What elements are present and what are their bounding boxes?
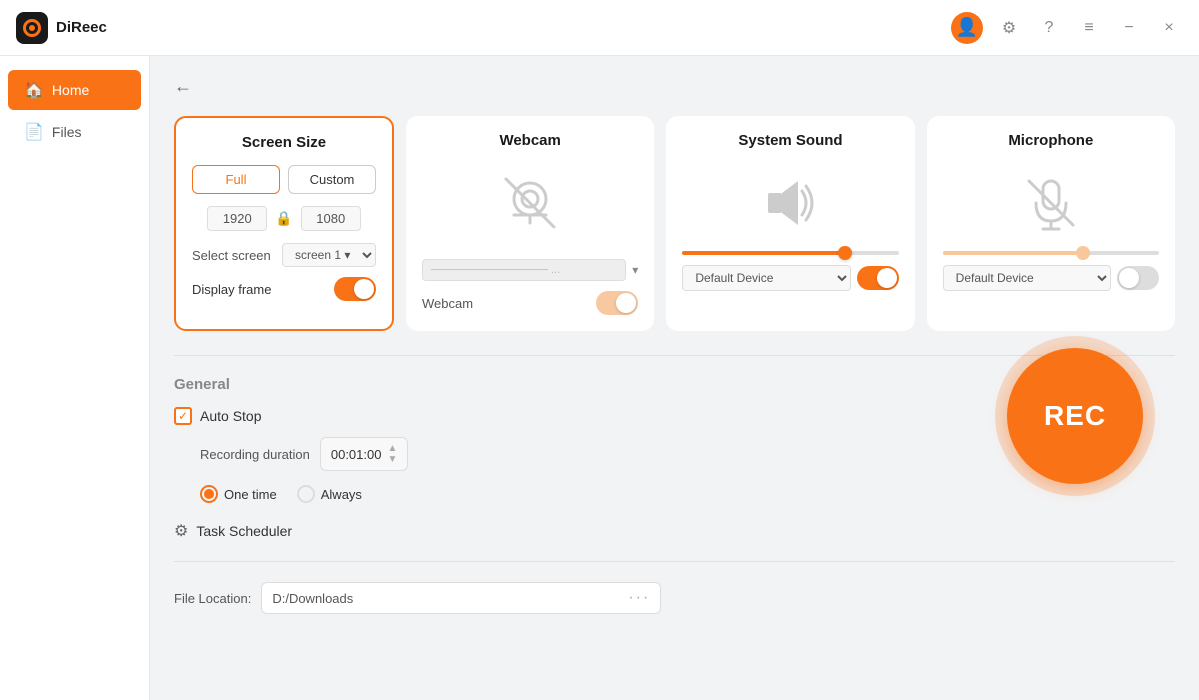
file-location-label: File Location: bbox=[174, 591, 251, 606]
general-section: General ✓ Auto Stop Recording duration 0… bbox=[174, 376, 1175, 614]
content-area: ← Screen Size Full Custom 🔒 bbox=[150, 56, 1199, 700]
main-layout: 🏠 Home 📄 Files ← Screen Size Full Custom bbox=[0, 56, 1199, 700]
screen-size-card: Screen Size Full Custom 🔒 Select screen … bbox=[174, 116, 394, 331]
webcam-dropdown[interactable]: ─────────────── ... bbox=[422, 259, 626, 281]
microphone-slider-fill bbox=[943, 251, 1084, 255]
duration-input[interactable]: 00:01:00 ▲ ▼ bbox=[320, 437, 409, 471]
rec-button-area: REC bbox=[995, 336, 1155, 496]
duration-value: 00:01:00 bbox=[331, 447, 382, 462]
home-icon: 🏠 bbox=[24, 80, 44, 100]
settings-icon[interactable]: ⚙ bbox=[995, 14, 1023, 42]
one-time-label: One time bbox=[224, 487, 277, 502]
webcam-label-row: Webcam bbox=[422, 291, 638, 315]
app-logo bbox=[16, 12, 48, 44]
microphone-slider-track[interactable] bbox=[943, 251, 1159, 255]
width-input[interactable] bbox=[207, 206, 267, 231]
rec-outer-ring: REC bbox=[995, 336, 1155, 496]
cards-row: Screen Size Full Custom 🔒 Select screen … bbox=[174, 116, 1175, 331]
system-sound-slider-fill bbox=[682, 251, 844, 255]
gear-icon: ⚙ bbox=[174, 521, 188, 541]
webcam-card: Webcam ─────────────── ... ▾ bbox=[406, 116, 654, 331]
select-screen-row: Select screen screen 1 ▾ bbox=[192, 243, 376, 267]
microphone-slider-thumb bbox=[1076, 246, 1090, 260]
avatar-icon[interactable]: 👤 bbox=[951, 12, 983, 44]
minimize-icon[interactable]: − bbox=[1115, 14, 1143, 42]
system-sound-slider-track[interactable] bbox=[682, 251, 898, 255]
sidebar-item-home[interactable]: 🏠 Home bbox=[8, 70, 141, 110]
custom-button[interactable]: Custom bbox=[288, 165, 376, 194]
app-name: DiReec bbox=[56, 19, 107, 36]
webcam-label: Webcam bbox=[422, 296, 473, 311]
sound-icon-wrap bbox=[682, 163, 898, 243]
rec-button[interactable]: REC bbox=[1007, 348, 1143, 484]
resolution-row: 🔒 bbox=[192, 206, 376, 231]
menu-icon[interactable]: ≡ bbox=[1075, 14, 1103, 42]
system-sound-slider-row bbox=[682, 251, 898, 255]
system-sound-device-select[interactable]: Default Device bbox=[682, 265, 850, 291]
webcam-dropdown-arrow[interactable]: ▾ bbox=[632, 263, 638, 277]
recording-duration-label: Recording duration bbox=[200, 447, 310, 462]
rec-label: REC bbox=[1044, 400, 1106, 432]
close-icon[interactable]: × bbox=[1155, 14, 1183, 42]
file-location-row: File Location: D:/Downloads ··· bbox=[174, 582, 1175, 614]
display-frame-row: Display frame bbox=[192, 277, 376, 301]
content-wrapper: ← Screen Size Full Custom 🔒 bbox=[174, 72, 1175, 614]
system-sound-device-row: Default Device bbox=[682, 265, 898, 291]
microphone-title: Microphone bbox=[943, 132, 1159, 149]
full-button[interactable]: Full bbox=[192, 165, 280, 194]
task-scheduler-label: Task Scheduler bbox=[196, 523, 292, 539]
display-frame-label: Display frame bbox=[192, 282, 271, 297]
file-dots-button[interactable]: ··· bbox=[628, 589, 650, 607]
sidebar-label-files: Files bbox=[52, 124, 82, 140]
system-sound-toggle[interactable] bbox=[857, 266, 899, 290]
always-radio[interactable]: Always bbox=[297, 485, 362, 503]
duration-spinners[interactable]: ▲ ▼ bbox=[387, 443, 397, 465]
microphone-slider-row bbox=[943, 251, 1159, 255]
file-path-input[interactable]: D:/Downloads ··· bbox=[261, 582, 661, 614]
auto-stop-label: Auto Stop bbox=[200, 408, 262, 424]
task-scheduler-row[interactable]: ⚙ Task Scheduler bbox=[174, 521, 1175, 541]
sidebar-label-home: Home bbox=[52, 82, 89, 98]
back-button[interactable]: ← bbox=[174, 72, 202, 100]
always-radio-outer bbox=[297, 485, 315, 503]
webcam-toggle[interactable] bbox=[596, 291, 638, 315]
lock-icon: 🔒 bbox=[275, 210, 292, 227]
auto-stop-checkbox[interactable]: ✓ bbox=[174, 407, 192, 425]
title-bar-controls: 👤 ⚙ ? ≡ − × bbox=[951, 12, 1183, 44]
mic-icon-wrap bbox=[943, 163, 1159, 243]
sidebar-item-files[interactable]: 📄 Files bbox=[8, 112, 141, 152]
screen-select[interactable]: screen 1 ▾ bbox=[282, 243, 376, 267]
always-label: Always bbox=[321, 487, 362, 502]
system-sound-title: System Sound bbox=[682, 132, 898, 149]
one-time-radio[interactable]: One time bbox=[200, 485, 277, 503]
microphone-icon bbox=[1021, 173, 1081, 233]
system-sound-card: System Sound bbox=[666, 116, 914, 331]
select-screen-label: Select screen bbox=[192, 248, 271, 263]
sidebar: 🏠 Home 📄 Files bbox=[0, 56, 150, 700]
height-input[interactable] bbox=[301, 206, 361, 231]
microphone-device-row: Default Device bbox=[943, 265, 1159, 291]
microphone-card: Microphone bbox=[927, 116, 1175, 331]
system-sound-slider-thumb bbox=[838, 246, 852, 260]
microphone-toggle[interactable] bbox=[1117, 266, 1159, 290]
help-icon[interactable]: ? bbox=[1035, 14, 1063, 42]
screen-size-title: Screen Size bbox=[192, 134, 376, 151]
one-time-radio-outer bbox=[200, 485, 218, 503]
size-buttons: Full Custom bbox=[192, 165, 376, 194]
files-icon: 📄 bbox=[24, 122, 44, 142]
webcam-title: Webcam bbox=[422, 132, 638, 149]
webcam-icon-wrap bbox=[422, 163, 638, 243]
divider2 bbox=[174, 561, 1175, 562]
system-sound-icon bbox=[760, 173, 820, 233]
webcam-dropdown-row: ─────────────── ... ▾ bbox=[422, 259, 638, 281]
title-bar: DiReec 👤 ⚙ ? ≡ − × bbox=[0, 0, 1199, 56]
file-path-value: D:/Downloads bbox=[272, 591, 353, 606]
display-frame-toggle[interactable] bbox=[334, 277, 376, 301]
microphone-device-select[interactable]: Default Device bbox=[943, 265, 1111, 291]
webcam-icon bbox=[498, 171, 562, 235]
